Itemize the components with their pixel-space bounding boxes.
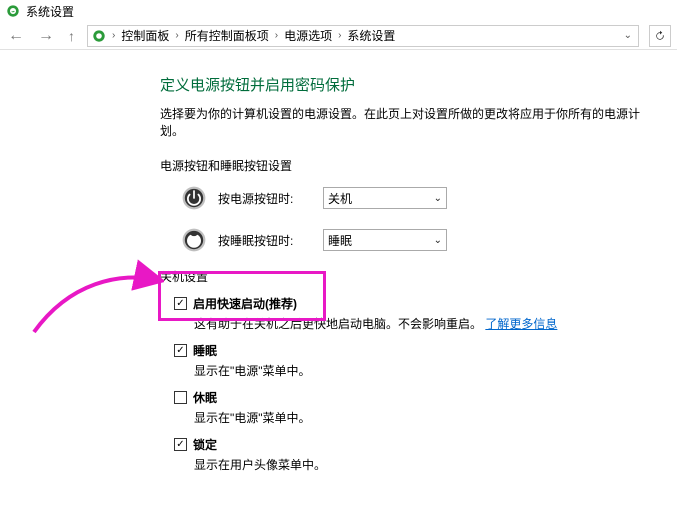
breadcrumb-item[interactable]: 所有控制面板项 [185, 27, 269, 44]
sleep-icon [180, 226, 208, 254]
chevron-right-icon: › [173, 30, 180, 41]
nav-back-icon[interactable]: ← [6, 28, 26, 44]
breadcrumb-item[interactable]: 电源选项 [284, 27, 332, 44]
lock-subtext: 显示在用户头像菜单中。 [194, 456, 660, 473]
nav-forward-icon[interactable]: → [36, 28, 56, 44]
sleep-label: 睡眠 [193, 342, 217, 359]
chevron-down-icon: ⌄ [434, 235, 442, 246]
power-button-value: 关机 [328, 190, 352, 207]
section-buttons-title: 电源按钮和睡眠按钮设置 [160, 157, 660, 174]
chevron-right-icon: › [336, 30, 343, 41]
option-fast-startup: 启用快速启动(推荐) 这有助于在关机之后更快地启动电脑。不会影响重启。 了解更多… [174, 295, 660, 332]
fast-startup-label: 启用快速启动(推荐) [193, 295, 297, 312]
sleep-subtext: 显示在"电源"菜单中。 [194, 362, 660, 379]
chevron-down-icon: ⌄ [434, 193, 442, 204]
hibernate-checkbox[interactable] [174, 391, 187, 404]
fast-startup-subtext: 这有助于在关机之后更快地启动电脑。不会影响重启。 了解更多信息 [194, 315, 660, 332]
page-title: 定义电源按钮并启用密码保护 [160, 74, 660, 95]
power-button-label: 按电源按钮时: [218, 190, 313, 207]
titlebar: 系统设置 [0, 0, 677, 22]
hibernate-label: 休眠 [193, 389, 217, 406]
sleep-button-value: 睡眠 [328, 232, 352, 249]
breadcrumb-item[interactable]: 控制面板 [121, 27, 169, 44]
sleep-button-label: 按睡眠按钮时: [218, 232, 313, 249]
shutdown-heading: 关机设置 [160, 268, 660, 285]
control-panel-icon [92, 29, 106, 43]
power-button-setting: 按电源按钮时: 关机 ⌄ [180, 184, 660, 212]
chevron-right-icon: › [110, 30, 117, 41]
content: 定义电源按钮并启用密码保护 选择要为你的计算机设置的电源设置。在此页上对设置所做… [0, 50, 660, 473]
chevron-right-icon: › [273, 30, 280, 41]
refresh-button[interactable] [649, 25, 671, 47]
option-hibernate: 休眠 显示在"电源"菜单中。 [174, 389, 660, 426]
fast-startup-checkbox[interactable] [174, 297, 187, 310]
option-lock: 锁定 显示在用户头像菜单中。 [174, 436, 660, 473]
power-button-select[interactable]: 关机 ⌄ [323, 187, 447, 209]
lock-checkbox[interactable] [174, 438, 187, 451]
sleep-button-setting: 按睡眠按钮时: 睡眠 ⌄ [180, 226, 660, 254]
breadcrumb-item[interactable]: 系统设置 [347, 27, 395, 44]
lock-label: 锁定 [193, 436, 217, 453]
hibernate-subtext: 显示在"电源"菜单中。 [194, 409, 660, 426]
sleep-button-select[interactable]: 睡眠 ⌄ [323, 229, 447, 251]
nav-up-icon[interactable]: ↑ [66, 29, 77, 43]
breadcrumb[interactable]: › 控制面板 › 所有控制面板项 › 电源选项 › 系统设置 ⌄ [87, 25, 639, 47]
learn-more-link[interactable]: 了解更多信息 [485, 317, 557, 331]
power-icon [180, 184, 208, 212]
navbar: ← → ↑ › 控制面板 › 所有控制面板项 › 电源选项 › 系统设置 ⌄ [0, 22, 677, 50]
page-description: 选择要为你的计算机设置的电源设置。在此页上对设置所做的更改将应用于你所有的电源计… [160, 105, 660, 139]
option-sleep: 睡眠 显示在"电源"菜单中。 [174, 342, 660, 379]
power-options-icon [6, 4, 20, 18]
sleep-checkbox[interactable] [174, 344, 187, 357]
window-title: 系统设置 [26, 3, 74, 20]
chevron-down-icon[interactable]: ⌄ [622, 30, 634, 41]
